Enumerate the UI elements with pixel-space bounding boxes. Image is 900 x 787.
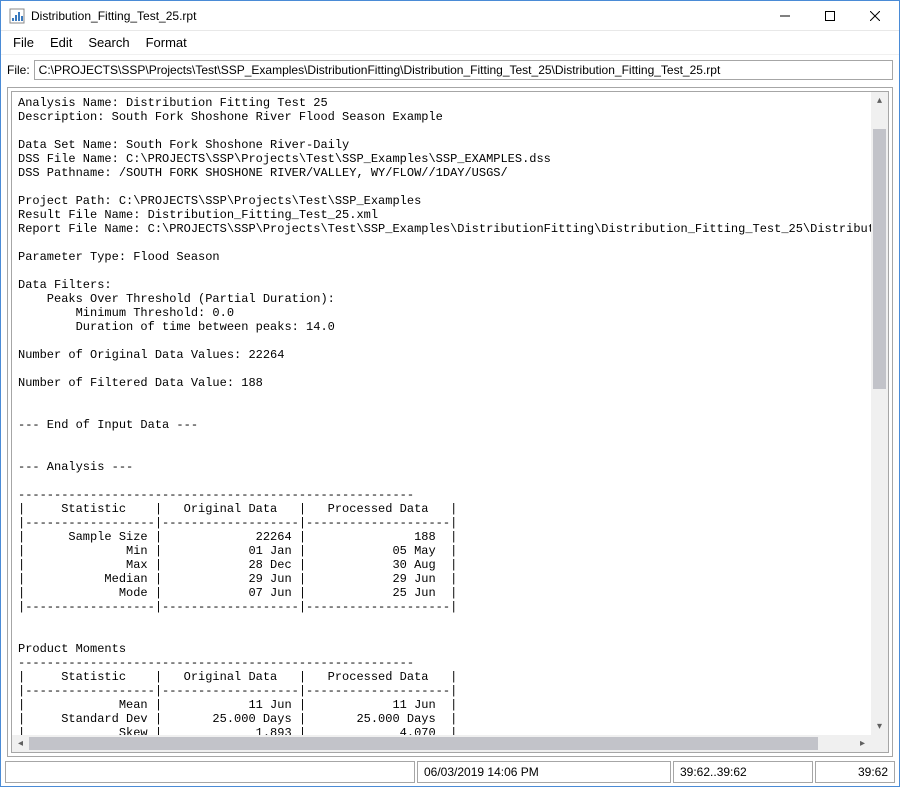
app-icon (9, 8, 25, 24)
vscroll-thumb[interactable] (873, 129, 886, 389)
maximize-button[interactable] (807, 1, 852, 30)
window-title: Distribution_Fitting_Test_25.rpt (31, 9, 196, 23)
horizontal-scrollbar[interactable]: ◂ ▸ (12, 735, 871, 752)
menu-format[interactable]: Format (138, 33, 195, 52)
close-button[interactable] (852, 1, 897, 30)
status-cell-empty (5, 761, 415, 783)
title-bar: Distribution_Fitting_Test_25.rpt (1, 1, 899, 31)
report-text[interactable]: Analysis Name: Distribution Fitting Test… (12, 92, 871, 735)
file-path-input[interactable] (34, 60, 893, 80)
status-pos: 39:62 (815, 761, 895, 783)
scroll-down-arrow-icon[interactable]: ▾ (871, 718, 888, 735)
report-inner: Analysis Name: Distribution Fitting Test… (11, 91, 889, 753)
scroll-corner (871, 735, 888, 752)
menu-edit[interactable]: Edit (42, 33, 80, 52)
vertical-scrollbar[interactable]: ▴ ▾ (871, 92, 888, 735)
status-bar: 06/03/2019 14:06 PM 39:62..39:62 39:62 (1, 761, 899, 785)
minimize-button[interactable] (762, 1, 807, 30)
scroll-left-arrow-icon[interactable]: ◂ (12, 735, 29, 752)
vscroll-track[interactable] (871, 109, 888, 718)
hscroll-track[interactable] (29, 735, 854, 752)
status-range: 39:62..39:62 (673, 761, 813, 783)
menu-file[interactable]: File (5, 33, 42, 52)
report-container: Analysis Name: Distribution Fitting Test… (7, 87, 893, 757)
file-label: File: (7, 63, 30, 77)
menu-search[interactable]: Search (80, 33, 137, 52)
scroll-up-arrow-icon[interactable]: ▴ (871, 92, 888, 109)
scroll-right-arrow-icon[interactable]: ▸ (854, 735, 871, 752)
menu-bar: File Edit Search Format (1, 31, 899, 55)
file-row: File: (1, 55, 899, 85)
hscroll-thumb[interactable] (29, 737, 818, 750)
status-datetime: 06/03/2019 14:06 PM (417, 761, 671, 783)
